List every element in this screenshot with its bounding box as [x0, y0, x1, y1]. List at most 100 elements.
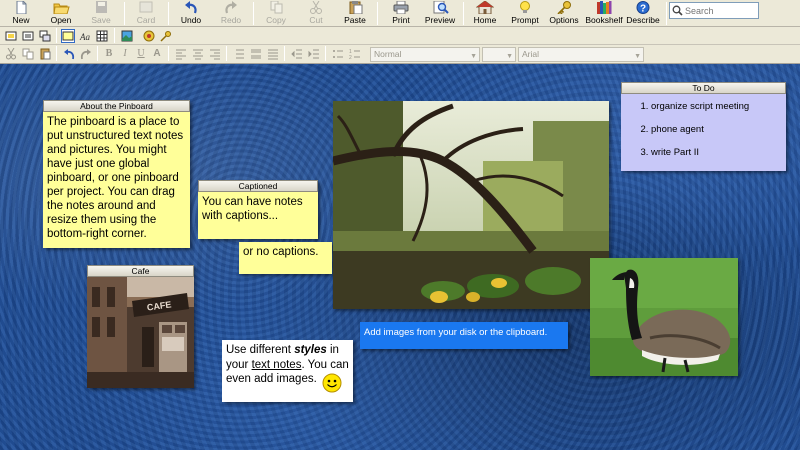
prompt-button[interactable]: Prompt [505, 0, 545, 27]
main-toolbar: New Open Save Card Undo Redo Copy Cut Pa… [0, 0, 800, 27]
goose-image-note[interactable] [590, 258, 738, 376]
list-item[interactable]: phone agent [651, 118, 786, 141]
undo-icon [185, 1, 197, 14]
cut-button[interactable]: Cut [296, 0, 336, 27]
align-center-icon[interactable] [192, 48, 204, 60]
note-caption[interactable]: Captioned [198, 180, 318, 192]
list-item[interactable]: organize script meeting [651, 95, 786, 118]
open-button[interactable]: Open [41, 0, 81, 27]
toolbar-separator [253, 2, 254, 25]
size-combo[interactable]: ▼ [482, 47, 516, 62]
redo-icon [225, 1, 237, 14]
save-button[interactable]: Save [81, 0, 121, 27]
style-combo[interactable]: Normal ▼ [370, 47, 480, 62]
redo-button[interactable]: Redo [211, 0, 251, 27]
text-color-button[interactable]: A [151, 48, 163, 60]
undo-button[interactable]: Undo [171, 0, 211, 27]
italic-button[interactable]: I [119, 48, 131, 60]
search-input[interactable] [685, 5, 755, 16]
todo-list: organize script meeting phone agent writ… [621, 95, 786, 164]
copy-button[interactable]: Copy [256, 0, 296, 27]
todo-list-body[interactable]: organize script meeting phone agent writ… [621, 94, 786, 171]
paragraph-spacing-icon[interactable] [250, 48, 262, 60]
list-item[interactable]: write Part II [651, 141, 786, 164]
note-text[interactable]: or no captions. [239, 242, 332, 262]
note-caption[interactable]: To Do [621, 82, 786, 94]
image-caption-note[interactable]: Add images from your disk or the clipboa… [360, 322, 568, 349]
tool-key-icon[interactable] [160, 30, 172, 42]
cut-small-icon[interactable] [5, 48, 17, 60]
toolbar-separator [124, 2, 125, 25]
align-left-icon[interactable] [175, 48, 187, 60]
toolbar-separator [377, 2, 378, 25]
svg-text:?: ? [640, 4, 646, 15]
tree-photo [333, 101, 609, 309]
line-spacing-icon[interactable] [233, 48, 245, 60]
svg-text:2: 2 [349, 55, 352, 60]
copy-small-icon[interactable] [22, 48, 34, 60]
toolbar-separator [463, 2, 464, 25]
note-text[interactable]: You can have notes with captions... [198, 192, 318, 239]
bullet-list-icon[interactable] [332, 48, 344, 60]
view-windows-icon[interactable] [39, 30, 51, 42]
smiley-icon [322, 373, 342, 393]
options-button[interactable]: Options [544, 0, 584, 27]
describe-button[interactable]: ? Describe [623, 0, 663, 27]
tree-image-note[interactable] [333, 101, 609, 309]
paste-button[interactable]: Paste [335, 0, 375, 27]
align-right-icon[interactable] [209, 48, 221, 60]
preview-button[interactable]: Preview [420, 0, 460, 27]
note-caption[interactable]: Cafe [87, 265, 194, 277]
toolbar-separator [97, 46, 98, 61]
cafe-image-note[interactable]: Cafe CAFE [87, 265, 194, 388]
redo-small-icon[interactable] [80, 48, 92, 60]
about-note[interactable]: About the Pinboard The pinboard is a pla… [43, 100, 190, 248]
bookshelf-button[interactable]: Bookshelf [584, 0, 624, 27]
format-toolbar: B I U A 12 Normal ▼ ▼ Arial ▼ [0, 45, 800, 64]
justify-icon[interactable] [267, 48, 279, 60]
search-icon [672, 5, 683, 16]
toolbar-separator [226, 46, 227, 61]
underline-button[interactable]: U [135, 48, 147, 60]
toolbar-separator [56, 28, 57, 43]
view-cards-icon[interactable] [22, 30, 34, 42]
pinboard[interactable]: About the Pinboard The pinboard is a pla… [0, 64, 800, 450]
view-pinboard-icon[interactable] [5, 30, 17, 42]
new-button[interactable]: New [1, 0, 41, 27]
styles-note[interactable]: Use different styles in your text notes.… [222, 340, 353, 402]
folder-open-icon [53, 3, 70, 14]
card-icon [139, 1, 153, 13]
toolbar-separator [168, 2, 169, 25]
font-combo[interactable]: Arial ▼ [518, 47, 644, 62]
bold-button[interactable]: B [103, 48, 115, 60]
captioned-note[interactable]: Captioned You can have notes with captio… [198, 180, 318, 239]
note-text[interactable]: The pinboard is a place to put unstructu… [43, 112, 190, 248]
grid-icon[interactable] [96, 30, 108, 42]
chevron-down-icon: ▼ [506, 53, 513, 60]
search-box[interactable] [669, 2, 759, 19]
svg-text:Aa: Aa [79, 32, 90, 42]
undo-small-icon[interactable] [63, 48, 75, 60]
note-style-icon[interactable] [61, 29, 75, 43]
view-toolbar: Aa [0, 27, 800, 45]
paste-small-icon[interactable] [39, 48, 51, 60]
indent-icon[interactable] [308, 48, 320, 60]
outdent-icon[interactable] [291, 48, 303, 60]
toolbar-separator [284, 46, 285, 61]
printer-icon [393, 1, 409, 14]
print-button[interactable]: Print [381, 0, 421, 27]
todo-note[interactable]: To Do organize script meeting phone agen… [621, 82, 786, 171]
toolbar-separator [56, 46, 57, 61]
font-style-icon[interactable]: Aa [79, 30, 91, 42]
uncaptioned-note[interactable]: or no captions. [239, 242, 332, 274]
image-icon[interactable] [121, 30, 133, 42]
home-button[interactable]: Home [465, 0, 505, 27]
numbered-list-icon[interactable]: 12 [349, 48, 361, 60]
toolbar-separator [325, 46, 326, 61]
house-icon [476, 1, 494, 14]
note-caption[interactable]: About the Pinboard [43, 100, 190, 112]
clipboard-icon [349, 1, 363, 14]
card-button[interactable]: Card [126, 0, 166, 27]
emblem-icon[interactable] [143, 30, 155, 42]
scissors-icon [310, 1, 322, 14]
